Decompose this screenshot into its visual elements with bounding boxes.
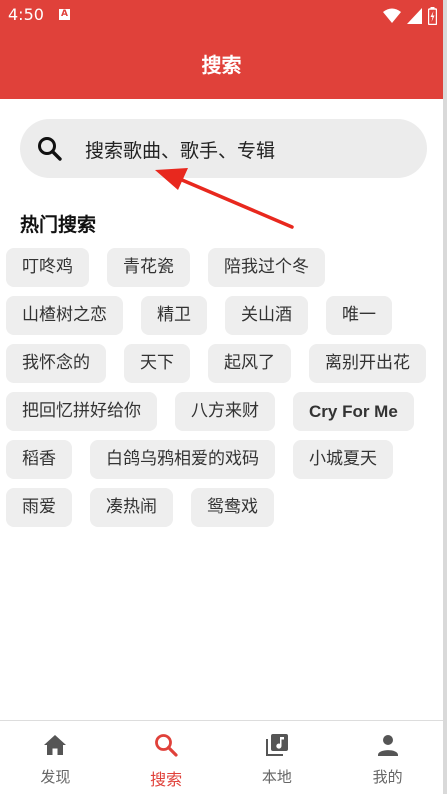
app-bar: 搜索 [0, 32, 443, 99]
hot-search-tag[interactable]: 唯一 [326, 296, 392, 335]
nav-item-mine[interactable]: 我的 [332, 721, 443, 795]
nav-item-local[interactable]: 本地 [222, 721, 333, 795]
nav-item-search[interactable]: 搜索 [111, 721, 222, 795]
music-library-icon [265, 734, 288, 756]
hot-search-tag[interactable]: 陪我过个冬 [208, 248, 325, 287]
hot-search-tag[interactable]: 青花瓷 [107, 248, 190, 287]
hot-search-tag[interactable]: 离别开出花 [309, 344, 426, 383]
person-icon [377, 735, 398, 756]
nav-label: 搜索 [150, 770, 183, 789]
hot-search-title: 热门搜索 [20, 214, 97, 236]
nav-label: 发现 [40, 768, 71, 786]
search-icon [155, 734, 178, 757]
search-placeholder: 搜索歌曲、歌手、专辑 [85, 140, 276, 162]
hot-search-tag[interactable]: 叮咚鸡 [6, 248, 89, 287]
nav-label: 本地 [261, 768, 292, 786]
cellular-signal-icon [407, 8, 422, 24]
hot-search-tag[interactable]: 关山酒 [225, 296, 308, 335]
search-icon [38, 137, 62, 161]
hot-search-tag[interactable]: 我怀念的 [6, 344, 106, 383]
hot-search-tag[interactable]: 凑热闹 [90, 488, 173, 527]
nav-label: 我的 [372, 768, 403, 786]
notification-a-icon: A [59, 9, 70, 20]
battery-icon [428, 7, 437, 25]
hot-search-tags: 叮咚鸡 青花瓷 陪我过个冬 山楂树之恋 精卫 关山酒 唯一 我怀念的 天下 起风… [6, 248, 426, 527]
hot-search-tag[interactable]: 白鸽乌鸦相爱的戏码 [90, 440, 275, 479]
page-title: 搜索 [201, 53, 242, 77]
hot-search-tag[interactable]: 把回忆拼好给你 [6, 392, 157, 431]
hot-search-tag[interactable]: 雨爱 [6, 488, 72, 527]
hot-search-tag[interactable]: 起风了 [208, 344, 291, 383]
system-icons [383, 6, 437, 26]
hot-search-tag[interactable]: 八方来财 [175, 392, 275, 431]
window-edge [443, 0, 447, 794]
hot-search-tag[interactable]: Cry For Me [293, 392, 414, 431]
hot-search-tag[interactable]: 稻香 [6, 440, 72, 479]
search-input[interactable]: 搜索歌曲、歌手、专辑 [20, 119, 427, 178]
hot-search-tag[interactable]: 山楂树之恋 [6, 296, 123, 335]
hot-search-tag[interactable]: 鸳鸯戏 [191, 488, 274, 527]
hot-search-tag[interactable]: 精卫 [141, 296, 207, 335]
hot-search-tag[interactable]: 小城夏天 [293, 440, 393, 479]
status-time: 4:50 [8, 5, 44, 24]
nav-item-discover[interactable]: 发现 [0, 721, 111, 795]
home-icon [44, 735, 67, 755]
status-bar: 4:50 A [0, 0, 443, 32]
wifi-icon [383, 8, 401, 23]
bottom-nav: 发现 搜索 本地 我的 [0, 720, 443, 795]
hot-search-tag[interactable]: 天下 [124, 344, 190, 383]
